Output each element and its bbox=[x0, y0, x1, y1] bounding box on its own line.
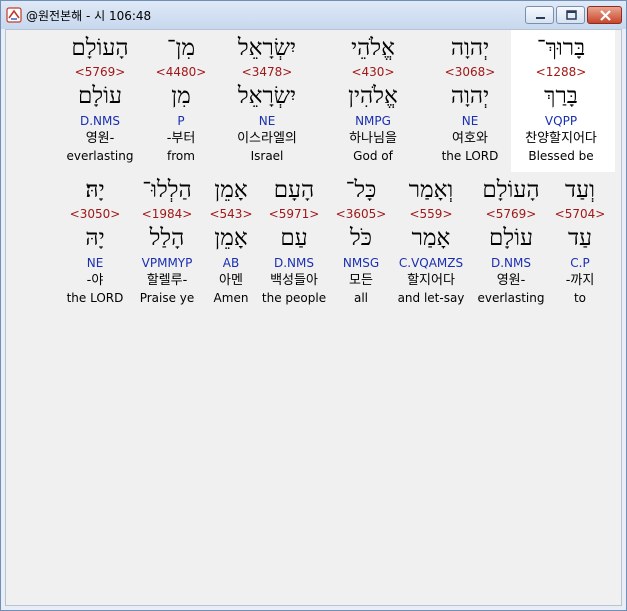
english-gloss: Israel bbox=[250, 149, 284, 163]
hebrew-word: הָעוֹלָם bbox=[482, 177, 540, 203]
hebrew-word: בָּרוּךְ־ bbox=[536, 35, 586, 61]
strong-number[interactable]: <3050> bbox=[50, 207, 140, 221]
korean-gloss: 하나님을 bbox=[349, 131, 397, 146]
parsing-code: D.NMS bbox=[79, 114, 120, 128]
hebrew-lemma: יְהוָה bbox=[450, 83, 490, 109]
korean-gloss: 여호와 bbox=[452, 131, 488, 146]
parsing-code: NE bbox=[86, 256, 104, 270]
english-gloss: the LORD bbox=[66, 291, 124, 305]
hebrew-word: יְהוָה bbox=[450, 35, 490, 61]
minimize-icon bbox=[536, 17, 545, 19]
parsing-code: NMPG bbox=[355, 114, 391, 128]
close-button[interactable] bbox=[587, 6, 622, 24]
title-bar[interactable]: @원전본해 - 시 106:48 bbox=[1, 1, 626, 29]
strong-number[interactable]: <3478> bbox=[222, 65, 312, 79]
app-logo-icon bbox=[6, 7, 22, 23]
interlinear-content: בָּרוּךְ־ <1288> בָּרַךְ VQPP 찬양할지어다 Ble… bbox=[5, 29, 622, 606]
korean-gloss: -부터 bbox=[166, 131, 196, 146]
hebrew-word: יָהּ׃ bbox=[85, 177, 105, 203]
strong-number[interactable]: <1288> bbox=[516, 65, 606, 79]
korean-gloss: 영원- bbox=[496, 273, 526, 288]
hebrew-word: אֱלֹהֵי bbox=[351, 35, 395, 61]
minimize-button[interactable] bbox=[525, 6, 554, 24]
strong-number[interactable]: <5769> bbox=[55, 65, 145, 79]
parsing-code: VQPP bbox=[544, 114, 578, 128]
app-window: @원전본해 - 시 106:48 בָּרוּךְ־ <1288> בָּרַך… bbox=[0, 0, 627, 611]
parsing-code: NE bbox=[258, 114, 276, 128]
english-gloss: everlasting bbox=[66, 149, 134, 163]
hebrew-word: יִשְׂרָאֵל bbox=[237, 35, 297, 61]
hebrew-lemma: אֱלֹהִין bbox=[348, 83, 398, 109]
strong-number[interactable]: <5769> bbox=[466, 207, 556, 221]
english-gloss: Blessed be bbox=[528, 149, 594, 163]
hebrew-lemma: עוֹלָם bbox=[77, 83, 122, 109]
hebrew-word: מִן־ bbox=[166, 35, 196, 61]
maximize-button[interactable] bbox=[556, 6, 585, 24]
korean-gloss: -야 bbox=[86, 273, 104, 288]
strong-number[interactable]: <430> bbox=[328, 65, 418, 79]
hebrew-lemma: יִשְׂרָאֵל bbox=[237, 83, 297, 109]
hebrew-lemma: עוֹלָם bbox=[488, 225, 533, 251]
english-gloss: everlasting bbox=[477, 291, 545, 305]
window-title: @원전본해 - 시 106:48 bbox=[26, 9, 152, 23]
korean-gloss: 이스라엘의 bbox=[237, 131, 297, 146]
parsing-code: D.NMS bbox=[490, 256, 531, 270]
hebrew-lemma: יָהּ bbox=[85, 225, 105, 251]
hebrew-lemma: בָּרַךְ bbox=[544, 83, 578, 109]
english-gloss: God of bbox=[353, 149, 393, 163]
korean-gloss: 영원- bbox=[85, 131, 115, 146]
english-gloss: the LORD bbox=[441, 149, 499, 163]
english-gloss: from bbox=[167, 149, 195, 163]
strong-number[interactable]: <3068> bbox=[425, 65, 515, 79]
close-icon bbox=[600, 10, 611, 21]
hebrew-word: הָעוֹלָם bbox=[71, 35, 129, 61]
hebrew-lemma: מִן bbox=[171, 83, 191, 109]
maximize-icon bbox=[566, 10, 577, 20]
korean-gloss: 찬양할지어다 bbox=[525, 131, 597, 146]
strong-number[interactable]: <4480> bbox=[136, 65, 226, 79]
parsing-code: P bbox=[177, 114, 185, 128]
parsing-code: NE bbox=[461, 114, 479, 128]
